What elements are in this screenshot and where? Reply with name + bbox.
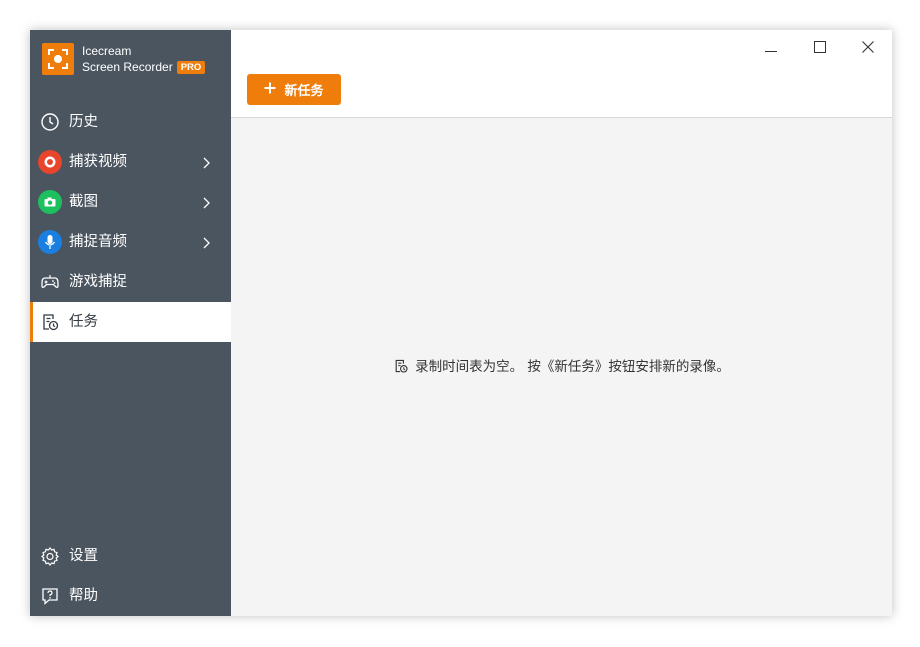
brand-name: Icecream Screen Recorder PRO <box>82 43 232 75</box>
camera-icon <box>38 190 62 214</box>
microphone-icon <box>38 230 62 254</box>
sidebar-item-tasks[interactable]: 任务 <box>30 302 231 342</box>
sidebar: Icecream Screen Recorder PRO 历史 捕获视频 截图 … <box>30 30 231 616</box>
help-icon <box>38 584 62 608</box>
sidebar-item-history[interactable]: 历史 <box>30 102 231 142</box>
sidebar-item-label: 任务 <box>69 314 98 330</box>
toolbar: 新任务 <box>231 30 892 118</box>
plus-icon <box>264 82 276 98</box>
sidebar-item-capture-audio[interactable]: 捕捉音频 <box>30 222 231 262</box>
sidebar-item-label: 设置 <box>69 548 98 564</box>
minimize-icon[interactable] <box>751 34 791 60</box>
app-window: Icecream Screen Recorder PRO 历史 捕获视频 截图 … <box>30 30 892 616</box>
chevron-right-icon <box>200 155 212 169</box>
brand-line-2: Screen Recorder <box>82 60 173 74</box>
empty-state: 录制时间表为空。 按《新任务》按钮安排新的录像。 <box>231 356 892 381</box>
sidebar-item-settings[interactable]: 设置 <box>30 536 231 576</box>
sidebar-item-help[interactable]: 帮助 <box>30 576 231 616</box>
new-task-label: 新任务 <box>284 84 324 99</box>
task-schedule-icon <box>38 310 62 334</box>
maximize-icon[interactable] <box>800 34 840 60</box>
empty-state-message: 录制时间表为空。 按《新任务》按钮安排新的录像。 <box>415 359 730 375</box>
sidebar-item-label: 截图 <box>69 194 98 210</box>
close-icon[interactable] <box>848 34 888 60</box>
sidebar-item-screenshot[interactable]: 截图 <box>30 182 231 222</box>
sidebar-item-label: 游戏捕捉 <box>69 274 127 290</box>
task-schedule-icon <box>393 358 409 381</box>
sidebar-item-capture-video[interactable]: 捕获视频 <box>30 142 231 182</box>
new-task-button[interactable]: 新任务 <box>247 74 341 105</box>
main-panel: 新任务 录制时间表为空。 按《新任务》按钮安排新的录像。 <box>231 30 892 616</box>
pro-badge: PRO <box>176 61 206 74</box>
app-logo <box>42 43 74 75</box>
clock-icon <box>38 110 62 134</box>
record-icon <box>38 150 62 174</box>
gear-icon <box>38 544 62 568</box>
chevron-right-icon <box>200 235 212 249</box>
sidebar-item-label: 捕捉音频 <box>69 234 127 250</box>
sidebar-item-game-capture[interactable]: 游戏捕捉 <box>30 262 231 302</box>
chevron-right-icon <box>200 195 212 209</box>
gamepad-icon <box>38 270 62 294</box>
sidebar-item-label: 帮助 <box>69 588 98 604</box>
sidebar-item-label: 历史 <box>69 114 98 130</box>
brand-line-1: Icecream <box>82 44 132 58</box>
sidebar-item-label: 捕获视频 <box>69 154 127 170</box>
